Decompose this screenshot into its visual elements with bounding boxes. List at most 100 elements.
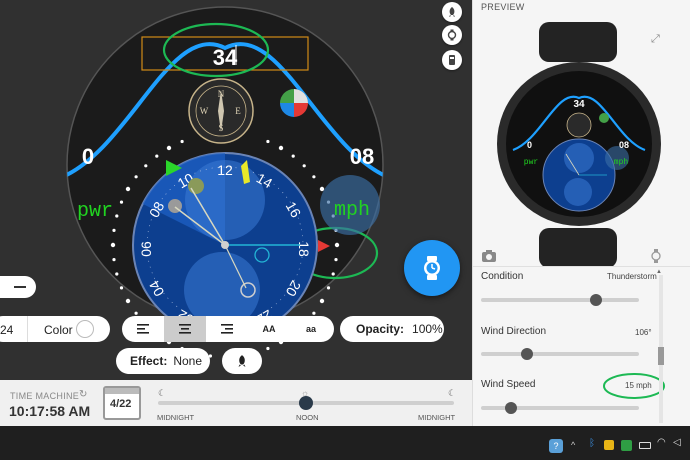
mini-pwr-label: pwr [524, 158, 539, 167]
watch-small-icon[interactable] [651, 249, 661, 263]
ring-dot [119, 200, 124, 204]
camera-icon[interactable] [482, 250, 496, 262]
ring-dot [334, 258, 338, 262]
device-icon [449, 55, 455, 65]
device-tool-button[interactable] [442, 50, 462, 70]
condition-slider[interactable] [481, 298, 639, 302]
launch-button[interactable] [222, 348, 262, 374]
system-taskbar: ? ^ ᛒ ◠ ◁ [0, 426, 690, 460]
align-left-icon [137, 324, 149, 334]
calendar-header [105, 388, 139, 394]
mini-wind-value: 34 [573, 99, 585, 110]
ring-dot [326, 286, 331, 290]
wifi-icon[interactable]: ◠ [657, 437, 666, 448]
ring-dot [134, 175, 138, 179]
ring-dot [144, 164, 148, 168]
ring-dot [291, 154, 295, 158]
svg-text:0: 0 [527, 140, 532, 150]
wind-direction-slider[interactable] [481, 352, 639, 356]
pill-divider [27, 316, 28, 342]
ring-dot [180, 139, 184, 144]
ring-dot [115, 272, 119, 276]
compass-letter: N [218, 89, 225, 99]
compass-letter: E [235, 106, 241, 116]
color-swatch[interactable] [76, 320, 94, 338]
label-midnight-start: MIDNIGHT [157, 413, 195, 422]
watch-preview-image: 0 08 34 pwr mph [497, 22, 661, 268]
ring-dot [266, 139, 270, 144]
volume-icon[interactable]: ◁ [673, 437, 681, 448]
svg-text:08: 08 [619, 140, 629, 150]
condition-value: Thunderstorm [607, 272, 657, 281]
mini-mph-label: mph [614, 158, 629, 167]
pwr-label: pwr [77, 200, 113, 223]
settings-scrollbar[interactable] [658, 275, 664, 423]
design-canvas[interactable]: 121416182022240204060810 34 0 08 pwr mph [0, 0, 472, 380]
settings-list: Condition Thunderstorm Wind Direction 10… [473, 266, 690, 426]
preview-panel: PREVIEW ⤢ 0 08 34 pwr mph Condition Thun… [472, 0, 690, 426]
wind-direction-slider-knob[interactable] [520, 348, 533, 360]
chevron-up-icon[interactable]: ^ [571, 440, 575, 450]
align-left-button[interactable] [122, 316, 164, 342]
left-number-text: 0 [82, 144, 94, 169]
ring-dot [112, 258, 116, 262]
ring-dot [312, 175, 316, 179]
wind-direction-label: Wind Direction [481, 326, 547, 337]
align-center-button[interactable] [164, 316, 206, 342]
lowercase-button[interactable]: aa [290, 316, 332, 342]
collapse-pill[interactable] [0, 276, 36, 298]
ring-dot [166, 145, 172, 151]
condition-label: Condition [481, 271, 524, 282]
wind-speed-slider-knob[interactable] [505, 402, 518, 414]
date-calendar-button[interactable]: 4/22 [103, 386, 141, 420]
ring-dot [278, 145, 284, 151]
condition-slider-knob[interactable] [590, 294, 603, 306]
moon-end-icon: ☾ [448, 388, 457, 398]
bluetooth-icon[interactable]: ᛒ [589, 438, 595, 449]
hand-pivot [221, 241, 229, 249]
color-label: Color [44, 323, 73, 337]
opacity-value[interactable]: 100% [412, 322, 443, 336]
ring-dot [266, 346, 270, 351]
right-number-text: 08 [350, 144, 374, 169]
label-noon: NOON [296, 413, 319, 422]
ring-dot [155, 154, 159, 158]
align-right-icon [221, 324, 233, 334]
compass-letter: W [200, 106, 209, 116]
dial-number: 06 [138, 241, 154, 257]
scrollbar-thumb[interactable] [658, 347, 664, 365]
rocket-launch-icon [238, 355, 246, 367]
ring-dot [119, 286, 124, 290]
align-right-button[interactable] [206, 316, 248, 342]
font-size-value[interactable]: 24 [0, 323, 13, 337]
ring-dot [319, 186, 325, 192]
effect-pill[interactable]: Effect: None [116, 348, 210, 374]
rocket-tool-button[interactable] [442, 2, 462, 22]
watch-fab-icon [424, 256, 440, 280]
scroll-up-arrow[interactable]: ▲ [656, 269, 662, 275]
security-icon[interactable] [621, 440, 632, 451]
tray-app-icon[interactable] [604, 440, 614, 450]
ring-dot [312, 311, 316, 315]
current-time: 10:17:58 AM [9, 403, 91, 419]
battery-icon[interactable] [639, 442, 651, 449]
wind-value-text[interactable]: 34 [213, 45, 238, 70]
wind-speed-label: Wind Speed [481, 379, 536, 390]
help-icon[interactable]: ? [549, 439, 563, 453]
planet-icon-1 [188, 178, 204, 194]
uppercase-button[interactable]: AA [248, 316, 290, 342]
opacity-label: Opacity: [356, 322, 405, 336]
watch-preview-fab[interactable] [404, 240, 460, 296]
ring-dot [134, 311, 138, 315]
watch-tool-button[interactable] [442, 25, 462, 45]
moon-start-icon: ☾ [158, 388, 167, 398]
minus-icon [14, 286, 26, 288]
refresh-icon[interactable]: ↻ [79, 389, 87, 400]
preview-title: PREVIEW [481, 2, 525, 12]
time-slider-knob[interactable] [299, 396, 313, 410]
dial-number: 12 [217, 162, 233, 178]
ring-dot [112, 228, 116, 232]
effect-value[interactable]: None [173, 354, 202, 368]
opacity-pill[interactable]: Opacity: 100% [340, 316, 444, 342]
size-color-pill: 24 Color [0, 316, 110, 342]
